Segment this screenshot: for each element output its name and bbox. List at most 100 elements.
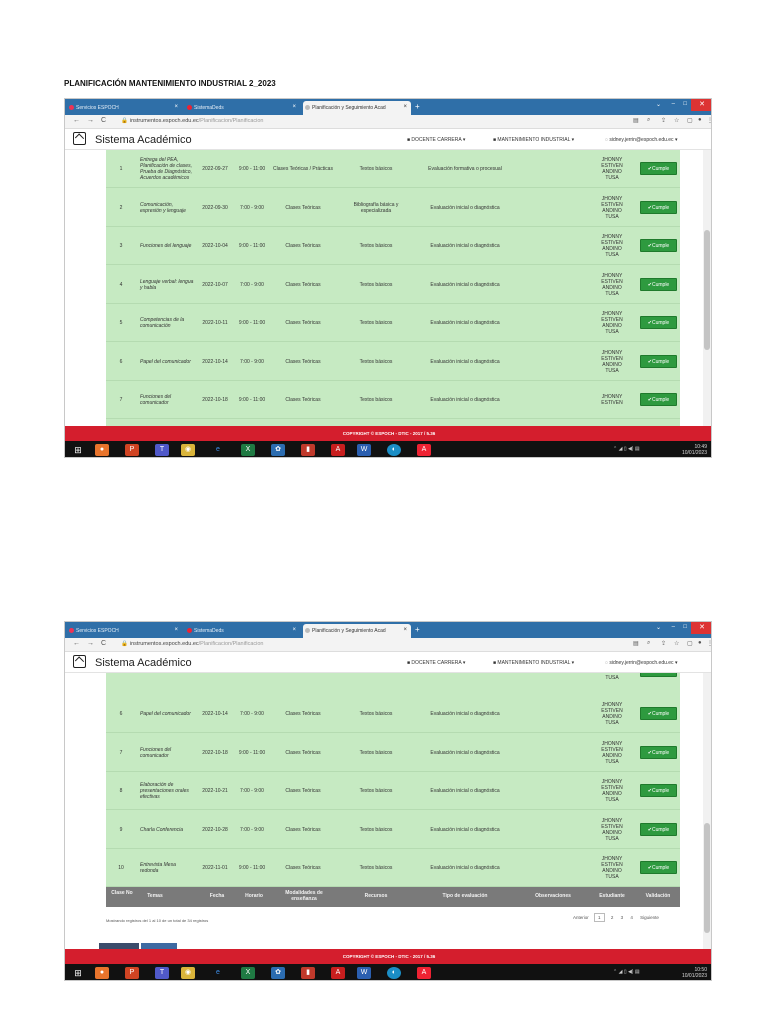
cumple-button[interactable]: ✔Cumple [640, 861, 677, 874]
word-icon[interactable]: W [357, 967, 371, 979]
cumple-button[interactable]: ✔Cumple [640, 162, 677, 175]
maximize-icon[interactable]: □ [683, 101, 687, 107]
share-icon[interactable]: ⇪ [661, 117, 666, 124]
close-icon[interactable]: × [403, 627, 407, 633]
header-modalidades[interactable]: Modalidades de enseñanza [274, 890, 334, 902]
clock[interactable]: 10:49 10/01/2023 [682, 444, 707, 456]
new-tab-icon[interactable]: + [415, 102, 420, 111]
header-horario[interactable]: Horario [236, 893, 272, 899]
header-temas[interactable]: Temas [140, 893, 170, 899]
tab-sistemadeds[interactable]: SistemaDeds × [185, 624, 300, 638]
cumple-button[interactable] [640, 673, 677, 677]
clock[interactable]: 10:50 10/01/2023 [682, 967, 707, 979]
cumple-button[interactable]: ✔Cumple [640, 200, 677, 214]
career-menu[interactable]: ■ MANTENIMIENTO INDUSTRIAL ▾ [493, 660, 574, 666]
header-clase[interactable]: Clase No [110, 890, 134, 896]
forward-icon[interactable]: → [87, 640, 94, 647]
back-icon[interactable]: ← [73, 117, 80, 124]
url-field[interactable]: 🔒 instrumentos.espoch.edu.ec/Planificacio… [121, 641, 263, 647]
chevron-down-icon[interactable]: ⌄ [656, 624, 661, 631]
word-icon[interactable]: W [357, 444, 371, 456]
minimize-icon[interactable]: – [672, 624, 675, 630]
tab-servicios-espoch[interactable]: Servicios ESPOCH × [67, 624, 182, 638]
windows-start-icon[interactable]: ⊞ [71, 444, 85, 456]
close-icon[interactable]: × [292, 627, 296, 633]
new-tab-icon[interactable]: + [415, 625, 420, 634]
tab-planificacion[interactable]: Planificación y Seguimiento Acad × [303, 101, 411, 115]
pager-page-3[interactable]: 3 [621, 915, 624, 920]
star-icon[interactable]: ☆ [674, 117, 679, 124]
menu-dots-icon[interactable]: ⋮ [707, 117, 711, 124]
tray-icons[interactable]: ⌃ ◢ ▯ ◀) ▤ [613, 446, 640, 452]
chrome-icon[interactable]: ◉ [181, 444, 195, 456]
pager-prev[interactable]: Anterior [573, 915, 589, 920]
edge-legacy-icon[interactable]: e [211, 444, 225, 456]
scrollbar-thumb[interactable] [704, 823, 710, 933]
menu-dots-icon[interactable]: ⋮ [707, 640, 711, 647]
excel-icon[interactable]: X [241, 444, 255, 456]
header-tipo[interactable]: Tipo de evaluación [414, 893, 516, 899]
close-icon[interactable]: × [292, 104, 296, 110]
window-close-icon[interactable]: ✕ [691, 99, 711, 111]
pdf-icon[interactable]: A [417, 444, 431, 456]
office-icon[interactable]: ▮ [301, 967, 315, 979]
acrobat-icon[interactable]: A [331, 444, 345, 456]
scrollbar[interactable] [703, 150, 711, 426]
forward-icon[interactable]: → [87, 117, 94, 124]
chevron-down-icon[interactable]: ⌄ [656, 101, 661, 108]
chrome-icon[interactable]: ◉ [181, 967, 195, 979]
windows-start-icon[interactable]: ⊞ [71, 967, 85, 979]
cumple-button[interactable]: ✔Cumple [640, 393, 677, 406]
sidebar-icon[interactable]: ▢ [687, 117, 693, 124]
star-icon[interactable]: ☆ [674, 640, 679, 647]
scrollbar-thumb[interactable] [704, 230, 710, 350]
sidebar-icon[interactable]: ▢ [687, 640, 693, 647]
cumple-button[interactable]: ✔Cumple [640, 239, 677, 252]
tab-sistemadeds[interactable]: SistemaDeds × [185, 101, 300, 115]
firefox-icon[interactable]: ● [95, 444, 109, 456]
teams-icon[interactable]: T [155, 967, 169, 979]
pager-page-2[interactable]: 2 [611, 915, 614, 920]
pager-page-1[interactable]: 1 [594, 913, 605, 922]
header-estudiante[interactable]: Estudiante [592, 893, 632, 899]
cumple-button[interactable]: ✔Cumple [640, 707, 677, 720]
firefox-icon[interactable]: ● [95, 967, 109, 979]
office-icon[interactable]: ▮ [301, 444, 315, 456]
header-recursos[interactable]: Recursos [342, 893, 410, 899]
zoom-icon[interactable]: ⌕ [647, 117, 650, 124]
tab-servicios-espoch[interactable]: Servicios ESPOCH × [67, 101, 182, 115]
tray-icons[interactable]: ⌃ ◢ ▯ ◀) ▤ [613, 969, 640, 975]
pager-page-4[interactable]: 4 [630, 915, 633, 920]
reload-icon[interactable]: C [101, 117, 106, 124]
excel-icon[interactable]: X [241, 967, 255, 979]
cumple-button[interactable]: ✔Cumple [640, 822, 677, 836]
cumple-button[interactable]: ✔Cumple [640, 354, 677, 368]
acrobat-icon[interactable]: A [331, 967, 345, 979]
edge-legacy-icon[interactable]: e [211, 967, 225, 979]
close-icon[interactable]: × [174, 104, 178, 110]
minimize-icon[interactable]: – [672, 101, 675, 107]
teams-icon[interactable]: T [155, 444, 169, 456]
pager-next[interactable]: Siguiente [640, 915, 659, 920]
scrollbar[interactable] [703, 673, 711, 949]
header-fecha[interactable]: Fecha [202, 893, 232, 899]
cumple-button[interactable]: ✔Cumple [640, 784, 677, 797]
career-menu[interactable]: ■ MANTENIMIENTO INDUSTRIAL ▾ [493, 137, 574, 143]
tab-planificacion[interactable]: Planificación y Seguimiento Acad × [303, 624, 411, 638]
profile-icon[interactable]: ● [698, 117, 702, 123]
pdf-icon[interactable]: A [417, 967, 431, 979]
user-menu[interactable]: ◌ sidney.jerrin@espoch.edu.ec ▾ [605, 660, 677, 666]
header-observaciones[interactable]: Observaciones [518, 893, 588, 899]
edge-icon[interactable]: ◐ [387, 967, 401, 979]
user-menu[interactable]: ◌ sidney.jerrin@espoch.edu.ec ▾ [605, 137, 677, 143]
close-icon[interactable]: × [174, 627, 178, 633]
translate-icon[interactable]: ▤ [633, 117, 639, 124]
powerpoint-icon[interactable]: P [125, 967, 139, 979]
translate-icon[interactable]: ▤ [633, 640, 639, 647]
cumple-button[interactable]: ✔Cumple [640, 277, 677, 291]
profile-icon[interactable]: ● [698, 640, 702, 646]
powerpoint-icon[interactable]: P [125, 444, 139, 456]
url-field[interactable]: 🔒 instrumentos.espoch.edu.ec/Planificacio… [121, 118, 263, 124]
close-icon[interactable]: × [403, 104, 407, 110]
role-menu[interactable]: ■ DOCENTE CARRERA ▾ [407, 660, 465, 666]
